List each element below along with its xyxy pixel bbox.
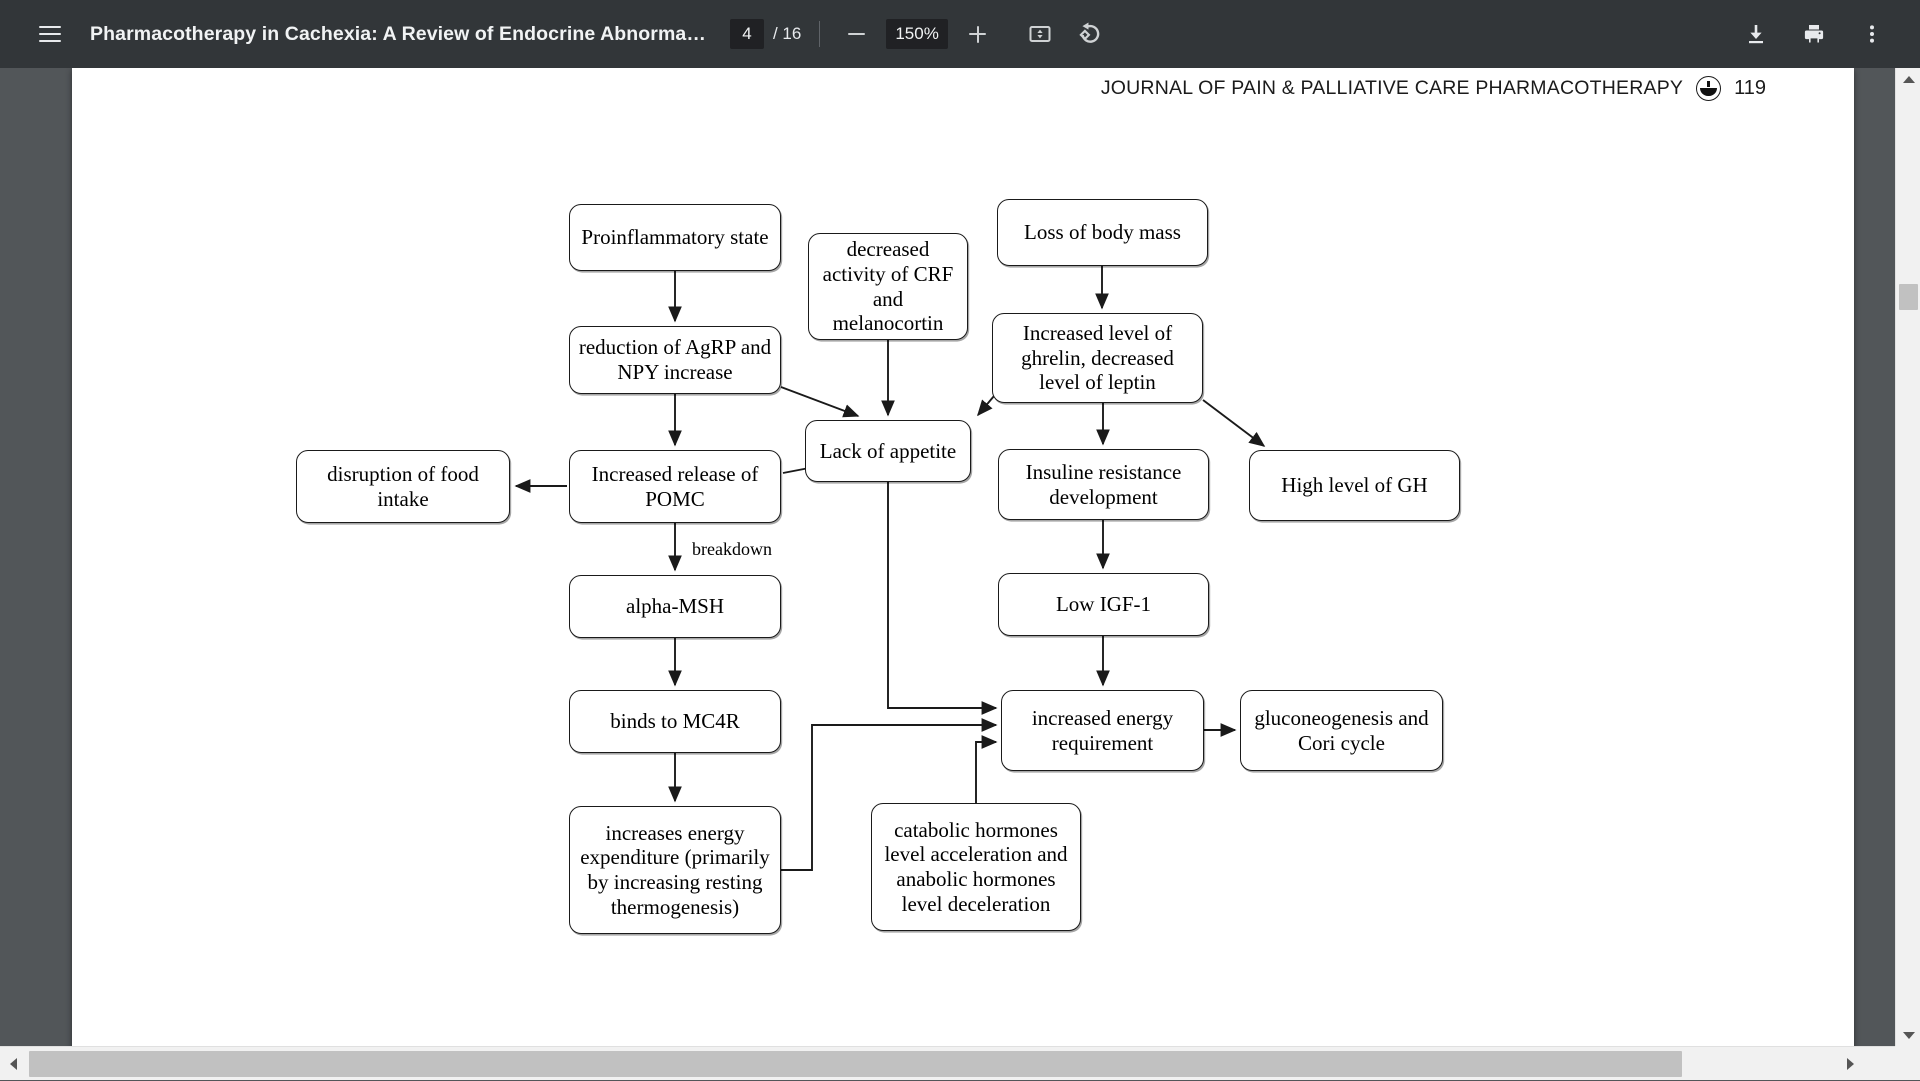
pdf-viewer-area[interactable]: JOURNAL OF PAIN & PALLIATIVE CARE PHARMA… — [0, 68, 1895, 1046]
horizontal-scrollbar[interactable] — [0, 1046, 1920, 1080]
plus-icon-vertical — [977, 26, 979, 43]
flow-node: Increased level of ghrelin, decreased le… — [992, 313, 1203, 403]
scrollbar-corner — [1895, 1046, 1920, 1080]
flow-node: catabolic hormones level acceleration an… — [871, 803, 1081, 931]
edge-label: breakdown — [692, 539, 772, 560]
flowchart: Proinflammatory state reduction of AgRP … — [72, 128, 1854, 1046]
fit-to-page-icon — [1028, 22, 1052, 46]
page-total-label: / 16 — [773, 24, 801, 44]
flow-node: High level of GH — [1249, 450, 1460, 521]
document-title: Pharmacotherapy in Cachexia: A Review of… — [90, 23, 706, 46]
more-options-button[interactable] — [1850, 12, 1894, 56]
vertical-scrollbar-thumb[interactable] — [1899, 284, 1918, 310]
flow-node: increases energy expenditure (primarily … — [569, 806, 781, 934]
page-number-input[interactable] — [730, 19, 764, 49]
journal-name: JOURNAL OF PAIN & PALLIATIVE CARE PHARMA… — [1101, 77, 1683, 100]
scroll-left-arrow-icon — [10, 1058, 17, 1070]
scroll-down-arrow-icon — [1903, 1032, 1915, 1039]
zoom-controls: 150% — [838, 16, 995, 52]
scroll-right-arrow-icon — [1847, 1058, 1854, 1070]
pdf-page: JOURNAL OF PAIN & PALLIATIVE CARE PHARMA… — [72, 68, 1854, 1046]
rotate-counterclockwise-icon — [1077, 21, 1103, 47]
flow-node: disruption of food intake — [296, 450, 510, 523]
flow-node: Increased release of POMC — [569, 450, 781, 523]
flow-node: binds to MC4R — [569, 690, 781, 753]
flow-node: Lack of appetite — [805, 420, 971, 482]
flow-node: alpha-MSH — [569, 575, 781, 638]
flow-node: Loss of body mass — [997, 199, 1208, 266]
zoom-out-button[interactable] — [838, 16, 874, 52]
vertical-scrollbar[interactable] — [1895, 68, 1920, 1046]
page-number-label: 119 — [1734, 77, 1766, 100]
print-icon — [1802, 22, 1826, 46]
scroll-up-button[interactable] — [1896, 68, 1920, 90]
flow-node: reduction of AgRP and NPY increase — [569, 326, 781, 394]
flow-node: Low IGF-1 — [998, 573, 1209, 636]
flow-node: Proinflammatory state — [569, 204, 781, 271]
download-button[interactable] — [1734, 12, 1778, 56]
scroll-right-button[interactable] — [1837, 1047, 1864, 1081]
rotate-button[interactable] — [1068, 12, 1112, 56]
zoom-level-value[interactable]: 150% — [886, 19, 947, 49]
more-vertical-icon — [1860, 22, 1884, 46]
scroll-up-arrow-icon — [1903, 76, 1915, 83]
horizontal-scrollbar-thumb[interactable] — [29, 1051, 1682, 1077]
toolbar-right-actions — [1720, 12, 1894, 56]
print-button[interactable] — [1792, 12, 1836, 56]
minus-icon — [848, 33, 865, 35]
scroll-down-button[interactable] — [1896, 1024, 1920, 1046]
toolbar-divider — [819, 21, 820, 47]
flow-node: decreased activity of CRF and melanocort… — [808, 233, 968, 340]
flow-node: Insuline resistance development — [998, 449, 1209, 520]
download-icon — [1744, 22, 1768, 46]
flow-node: gluconeogenesis and Cori cycle — [1240, 690, 1443, 771]
zoom-in-button[interactable] — [960, 16, 996, 52]
running-head: JOURNAL OF PAIN & PALLIATIVE CARE PHARMA… — [72, 76, 1854, 101]
fit-to-page-button[interactable] — [1018, 12, 1062, 56]
hamburger-menu-icon — [39, 26, 61, 42]
flow-node: increased energy requirement — [1001, 690, 1204, 771]
scroll-left-button[interactable] — [0, 1047, 27, 1081]
journal-emblem-icon — [1696, 76, 1721, 101]
pdf-toolbar: Pharmacotherapy in Cachexia: A Review of… — [0, 0, 1920, 68]
page-navigation: / 16 — [730, 19, 801, 49]
sidebar-toggle-button[interactable] — [28, 12, 72, 56]
